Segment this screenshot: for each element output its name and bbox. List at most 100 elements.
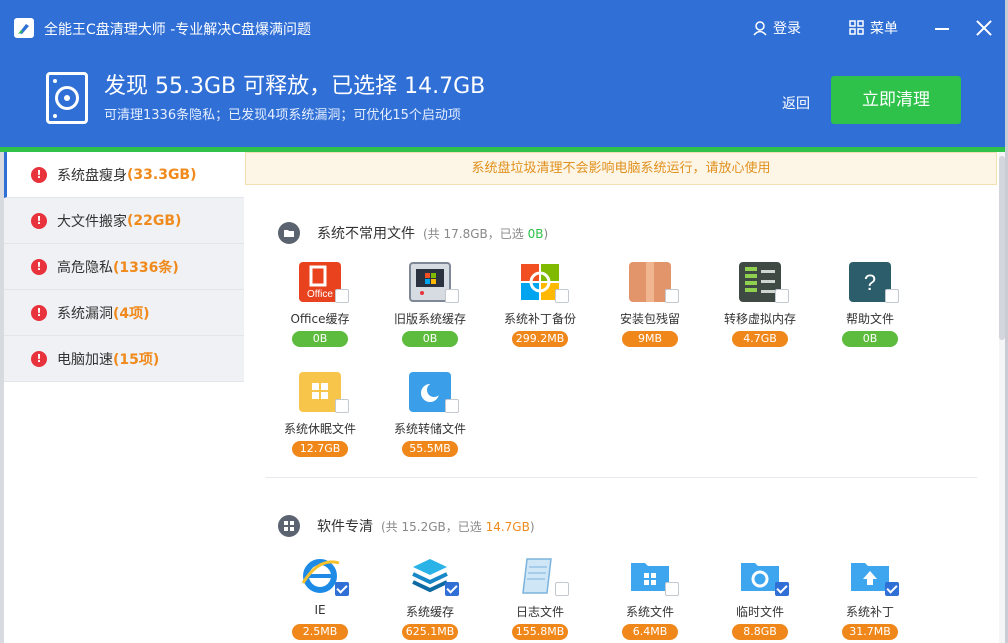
section-title: 软件专清 (317, 519, 373, 535)
item-checkbox[interactable] (335, 582, 349, 596)
item-checkbox[interactable] (775, 582, 789, 596)
user-icon (753, 21, 767, 36)
sidebar-item-label: 高危隐私 (57, 259, 113, 276)
apps-section-icon (278, 515, 300, 537)
item-label: 转移虚拟内存 (723, 312, 796, 326)
item-size-badge: 9MB (622, 331, 678, 347)
sidebar-item-count: (33.3GB) (127, 166, 197, 183)
section-meta: (共 17.8GB，已选 0B) (423, 226, 549, 241)
section-header-rare-files: 系统不常用文件 (共 17.8GB，已选 0B) (278, 222, 548, 244)
item-patch-backup[interactable]: 系统补丁备份 299.2MB (485, 262, 595, 362)
warning-icon: ! (31, 350, 47, 367)
item-label: 帮助文件 (845, 312, 894, 326)
item-checkbox[interactable] (445, 582, 459, 596)
sidebar-item-label: 电脑加速 (57, 351, 113, 368)
section-header-software: 软件专清 (共 15.2GB，已选 14.7GB) (278, 515, 535, 537)
item-size-badge: 12.7GB (292, 441, 348, 457)
notice-banner: 系统盘垃圾清理不会影响电脑系统运行，请放心使用 (245, 152, 997, 185)
item-size-badge: 0B (402, 331, 458, 347)
item-system-cache[interactable]: 系统缓存 625.1MB (375, 555, 485, 643)
back-button[interactable]: 返回 (782, 93, 810, 113)
item-size-badge: 8.8GB (732, 624, 788, 640)
item-system-files[interactable]: 系统文件 6.4MB (595, 555, 705, 643)
item-label: 安装包残留 (619, 312, 680, 326)
item-size-badge: 31.7MB (842, 624, 898, 640)
sidebar-item-count: (15项) (113, 351, 160, 368)
item-label: 日志文件 (515, 605, 564, 619)
item-size-badge: 155.8MB (512, 624, 568, 640)
item-size-badge: 6.4MB (622, 624, 678, 640)
sidebar-item-label: 系统漏洞 (57, 305, 113, 322)
item-checkbox[interactable] (885, 289, 899, 303)
main-panel: 系统盘垃圾清理不会影响电脑系统运行，请放心使用 系统不常用文件 (共 17.8G… (245, 152, 1000, 643)
item-checkbox[interactable] (665, 582, 679, 596)
item-office-cache[interactable]: Office Office缓存 0B (265, 262, 375, 362)
section-title: 系统不常用文件 (317, 226, 415, 242)
warning-icon: ! (31, 212, 47, 229)
item-ie[interactable]: IE 2.5MB (265, 555, 375, 643)
item-size-badge: 299.2MB (512, 331, 568, 347)
item-checkbox[interactable] (335, 289, 349, 303)
sidebar-item-label: 大文件搬家 (57, 213, 127, 230)
item-virtual-memory[interactable]: 转移虚拟内存 4.7GB (705, 262, 815, 362)
item-label: 系统转储文件 (393, 422, 466, 436)
sidebar-item-privacy[interactable]: ! 高危隐私 (1336条) (4, 244, 244, 290)
item-checkbox[interactable] (555, 289, 569, 303)
login-button[interactable]: 登录 (752, 18, 801, 38)
minimize-icon[interactable] (935, 28, 949, 30)
login-label: 登录 (773, 21, 801, 37)
warning-icon: ! (31, 258, 47, 275)
sidebar-item-speedup[interactable]: ! 电脑加速 (15项) (4, 336, 244, 382)
item-system-patches[interactable]: 系统补丁 31.7MB (815, 555, 925, 643)
item-checkbox[interactable] (665, 289, 679, 303)
clean-now-button[interactable]: 立即清理 (831, 76, 961, 124)
item-label: Office缓存 (290, 312, 350, 326)
summary-subline: 可清理1336条隐私；已发现4项系统漏洞；可优化15个启动项 (104, 108, 461, 123)
item-label: 系统休眠文件 (283, 422, 356, 436)
item-checkbox[interactable] (885, 582, 899, 596)
sidebar-item-label: 系统盘瘦身 (57, 167, 127, 184)
app-logo-icon (14, 18, 34, 38)
sidebar-item-count: (4项) (113, 305, 150, 322)
hard-disk-icon (46, 72, 88, 124)
menu-button[interactable]: 菜单 (849, 18, 898, 38)
sidebar-item-vulnerabilities[interactable]: ! 系统漏洞 (4项) (4, 290, 244, 336)
close-icon[interactable] (976, 20, 992, 36)
item-label: 系统文件 (625, 605, 674, 619)
window-title: 全能王C盘清理大师 -专业解决C盘爆满问题 (44, 22, 312, 38)
sidebar-item-count: (1336条) (113, 259, 179, 276)
item-label: 旧版系统缓存 (393, 312, 466, 326)
item-dump-file[interactable]: 系统转储文件 55.5MB (375, 372, 485, 472)
svg-text:Office: Office (307, 289, 333, 300)
menu-label: 菜单 (870, 21, 898, 37)
section-selected: 14.7GB (485, 519, 530, 534)
warning-icon: ! (31, 166, 47, 183)
item-label: 系统补丁备份 (503, 312, 576, 326)
sidebar-item-large-files[interactable]: ! 大文件搬家 (22GB) (4, 198, 244, 244)
item-checkbox[interactable] (775, 289, 789, 303)
item-label: 系统缓存 (405, 605, 454, 619)
item-size-badge: 4.7GB (732, 331, 788, 347)
sidebar-item-system-slim[interactable]: ! 系统盘瘦身 (33.3GB) (4, 152, 244, 198)
item-temp-files[interactable]: 临时文件 8.8GB (705, 555, 815, 643)
item-package-residue[interactable]: 安装包残留 9MB (595, 262, 705, 362)
folder-section-icon (278, 222, 300, 244)
item-size-badge: 0B (842, 331, 898, 347)
grid-icon (849, 20, 864, 35)
item-size-badge: 2.5MB (292, 624, 348, 640)
sidebar: ! 系统盘瘦身 (33.3GB) ! 大文件搬家 (22GB) ! 高危隐私 (… (4, 152, 244, 382)
item-hibernate-file[interactable]: 系统休眠文件 12.7GB (265, 372, 375, 472)
svg-text:?: ? (864, 270, 876, 295)
item-log-files[interactable]: 日志文件 155.8MB (485, 555, 595, 643)
item-size-badge: 0B (292, 331, 348, 347)
item-label: 临时文件 (735, 605, 784, 619)
item-checkbox[interactable] (335, 399, 349, 413)
warning-icon: ! (31, 304, 47, 321)
item-checkbox[interactable] (445, 289, 459, 303)
item-label: 系统补丁 (845, 605, 894, 619)
item-checkbox[interactable] (445, 399, 459, 413)
item-checkbox[interactable] (555, 582, 569, 596)
item-label: IE (314, 603, 326, 617)
item-old-system-cache[interactable]: 旧版系统缓存 0B (375, 262, 485, 362)
item-help-files[interactable]: ? 帮助文件 0B (815, 262, 925, 362)
